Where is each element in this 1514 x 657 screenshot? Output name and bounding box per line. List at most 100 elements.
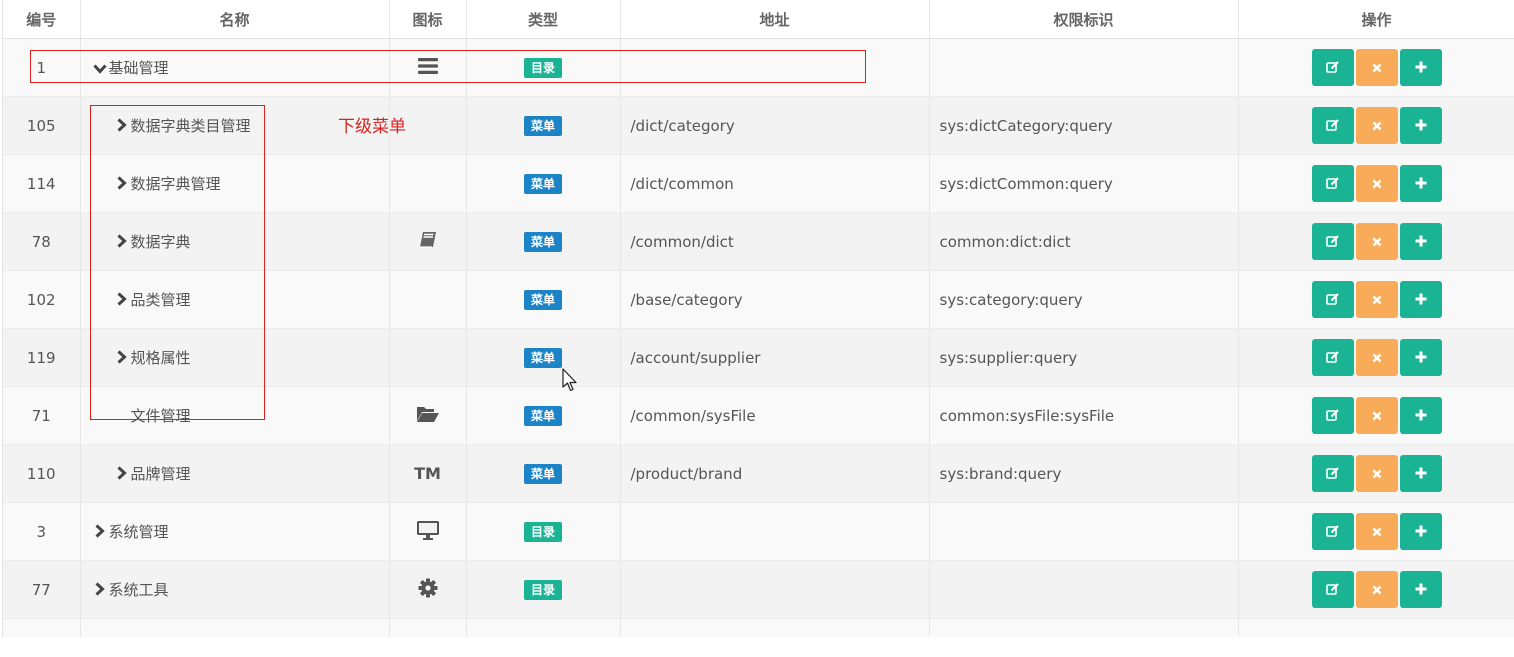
table-row[interactable]: 78 数据字典 菜单/common/dict common:dict:dict [3,212,1514,271]
add-child-button[interactable] [1399,397,1442,434]
col-header-actions[interactable]: 操作 [1238,0,1514,39]
table-row[interactable]: 71 文件管理 菜单/common/sysFile common:sysFile:sy… [3,386,1514,445]
delete-button[interactable] [1355,455,1398,492]
table-row[interactable]: 1 基础管理 目录 [3,38,1514,97]
edit-button[interactable] [1311,107,1354,144]
chevron-right-icon[interactable] [113,465,131,483]
col-header-name[interactable]: 名称 [80,0,390,39]
add-child-button[interactable] [1399,107,1442,144]
cell-actions [1238,618,1514,637]
type-badge: 菜单 [523,173,562,194]
cell-id: 77 [3,560,81,619]
add-child-button[interactable] [1399,339,1442,376]
cell-permission [929,560,1239,619]
chevron-right-icon[interactable] [91,523,109,541]
cell-type: 菜单 [466,444,621,503]
cell-url: /product/brand [620,444,930,503]
cell-id: 102 [3,270,81,329]
cell-url [620,502,930,561]
edit-button[interactable] [1311,281,1354,318]
edit-button[interactable] [1311,49,1354,86]
menu-name: 品类管理 [130,291,191,309]
cell-type: 菜单 [466,328,621,387]
table-row[interactable]: 110 品牌管理 TM 菜单/product/brand sys:brand:query [3,444,1514,503]
delete-button[interactable] [1355,571,1398,608]
cell-icon [389,212,467,271]
table-row[interactable]: 105 数据字典类目管理 菜单/dict/category sys:dictCateg… [3,96,1514,155]
cell-url: /base/category [620,270,930,329]
table-row[interactable]: 114 数据字典管理 菜单/dict/common sys:dictCommon:qu… [3,154,1514,213]
chevron-right-icon[interactable] [113,175,131,193]
type-badge: 菜单 [523,463,562,484]
cell-id: 110 [3,444,81,503]
cell-name: 基础管理 [80,38,390,97]
cell-actions [1238,386,1514,445]
col-header-permission[interactable]: 权限标识 [929,0,1239,39]
add-child-button[interactable] [1399,513,1442,550]
edit-button[interactable] [1311,165,1354,202]
cell-url [620,618,930,637]
chevron-right-icon[interactable] [91,581,109,599]
cell-type: 菜单 [466,386,621,445]
cell-type: 目录 [466,38,621,97]
col-header-type[interactable]: 类型 [466,0,621,39]
edit-button[interactable] [1311,571,1354,608]
table-row[interactable]: 77 系统工具 目录 [3,560,1514,619]
cell-id: 71 [3,386,81,445]
col-header-id[interactable]: 编号 [3,0,81,39]
col-header-icon[interactable]: 图标 [389,0,467,39]
table-header-row: 编号 名称 图标 类型 地址 权限标识 操作 [3,0,1514,39]
cell-permission: sys:brand:query [929,444,1239,503]
add-child-button[interactable] [1399,49,1442,86]
cell-url: /dict/category [620,96,930,155]
type-badge: 菜单 [523,289,562,310]
table-row[interactable]: 3 系统管理 目录 [3,502,1514,561]
cell-url: /common/dict [620,212,930,271]
menu-tree-table-container: 编号 名称 图标 类型 地址 权限标识 操作 1 基础管理 目录 105 数据字典类目管… [2,0,1514,637]
cell-id: 119 [3,328,81,387]
add-child-button[interactable] [1399,165,1442,202]
type-badge: 菜单 [523,405,562,426]
table-row[interactable]: 119 规格属性 菜单/account/supplier sys:supplier:q… [3,328,1514,387]
cell-permission: sys:dictCommon:query [929,154,1239,213]
edit-button[interactable] [1311,455,1354,492]
cell-id: 78 [3,212,81,271]
col-header-url[interactable]: 地址 [620,0,930,39]
chevron-right-icon[interactable] [113,349,131,367]
menu-name: 规格属性 [130,349,191,367]
delete-button[interactable] [1355,339,1398,376]
cell-url: /common/sysFile [620,386,930,445]
delete-button[interactable] [1355,107,1398,144]
add-child-button[interactable] [1399,281,1442,318]
cell-actions [1238,38,1514,97]
chevron-right-icon[interactable] [113,233,131,251]
menu-name: 系统工具 [108,581,169,599]
chevron-right-icon[interactable] [113,291,131,309]
edit-button[interactable] [1311,339,1354,376]
chevron-right-icon[interactable] [113,117,131,135]
cell-actions [1238,154,1514,213]
delete-button[interactable] [1355,513,1398,550]
delete-button[interactable] [1355,49,1398,86]
edit-button[interactable] [1311,397,1354,434]
cell-icon [389,38,467,97]
delete-button[interactable] [1355,397,1398,434]
chevron-down-icon[interactable] [91,59,109,77]
add-child-button[interactable] [1399,455,1442,492]
add-child-button[interactable] [1399,223,1442,260]
add-child-button[interactable] [1399,571,1442,608]
cell-type: 目录 [466,502,621,561]
table-row[interactable] [3,618,1514,637]
type-badge: 目录 [523,579,562,600]
table-row[interactable]: 102 品类管理 菜单/base/category sys:category:quer… [3,270,1514,329]
cell-url: /account/supplier [620,328,930,387]
delete-button[interactable] [1355,165,1398,202]
annotation-label: 下级菜单 [338,117,406,137]
edit-button[interactable] [1311,223,1354,260]
edit-button[interactable] [1311,513,1354,550]
delete-button[interactable] [1355,281,1398,318]
delete-button[interactable] [1355,223,1398,260]
cell-type: 目录 [466,560,621,619]
gear-icon [418,578,438,602]
cell-name: 数据字典 [80,212,390,271]
